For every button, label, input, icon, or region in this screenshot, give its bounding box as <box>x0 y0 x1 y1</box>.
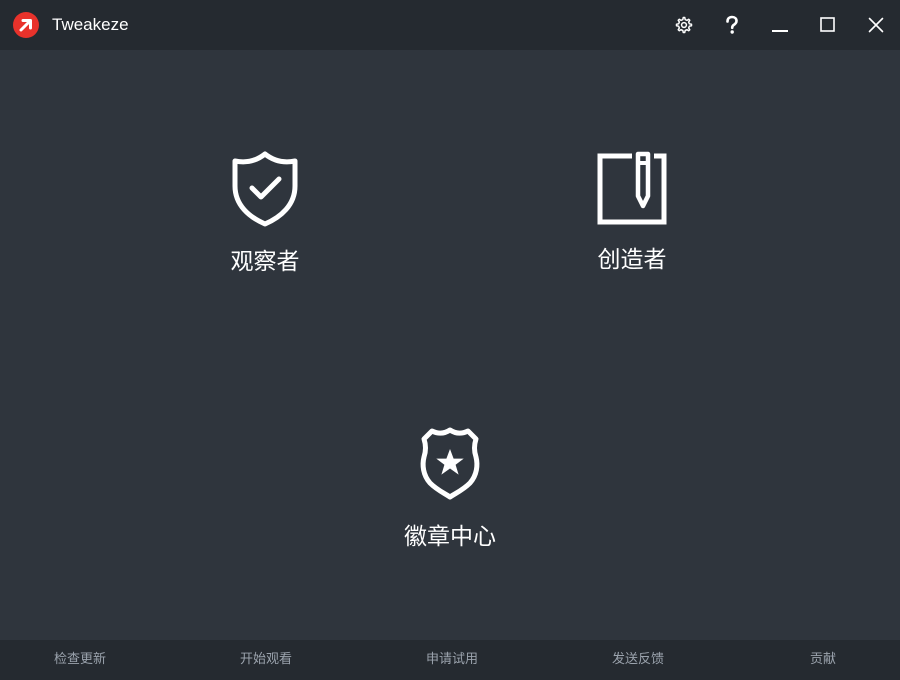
shield-check-icon <box>229 150 301 228</box>
badge-center-label: 徽章中心 <box>404 524 496 550</box>
notebook-pen-icon <box>596 150 668 226</box>
send-feedback-link[interactable]: 发送反馈 <box>612 652 664 668</box>
minimize-icon <box>772 17 788 33</box>
app-window: Tweakeze 观察者 创造者 徽章中心 检查更新 开始观看 申请试用 发送反… <box>0 0 900 680</box>
watcher-tile[interactable]: 观察者 <box>175 150 355 276</box>
tweakeze-logo-icon <box>12 11 40 39</box>
close-button[interactable] <box>860 9 892 41</box>
creator-tile[interactable]: 创造者 <box>542 150 722 274</box>
settings-button[interactable] <box>668 9 700 41</box>
footer-bar: 检查更新 开始观看 申请试用 发送反馈 贡献 <box>0 640 900 680</box>
contribute-link[interactable]: 贡献 <box>810 652 836 668</box>
maximize-button[interactable] <box>812 9 844 41</box>
help-icon <box>723 15 741 35</box>
close-icon <box>868 17 884 33</box>
app-title: Tweakeze <box>52 15 129 34</box>
minimize-button[interactable] <box>764 9 796 41</box>
badge-center-tile[interactable]: 徽章中心 <box>360 425 540 551</box>
start-watching-link[interactable]: 开始观看 <box>240 652 292 668</box>
request-trial-link[interactable]: 申请试用 <box>426 652 478 668</box>
maximize-icon <box>820 17 836 33</box>
help-button[interactable] <box>716 9 748 41</box>
watcher-label: 观察者 <box>230 249 300 275</box>
check-updates-link[interactable]: 检查更新 <box>54 652 106 668</box>
gear-icon <box>675 16 693 34</box>
title-bar[interactable]: Tweakeze <box>0 0 900 50</box>
creator-label: 创造者 <box>597 247 667 273</box>
badge-star-icon <box>418 425 482 501</box>
